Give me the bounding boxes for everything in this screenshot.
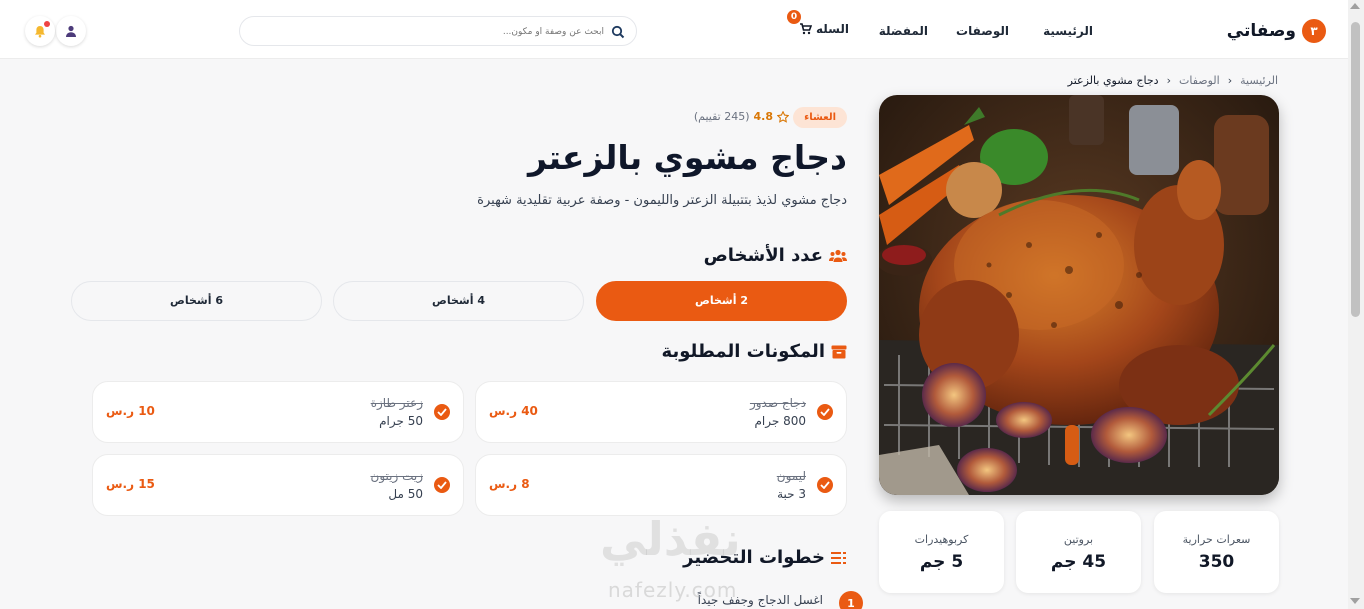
ingredient-name: زيت زيتون xyxy=(370,469,424,483)
nutrition-value: 5 جم xyxy=(919,552,964,572)
nav-recipes[interactable]: الوصفات xyxy=(956,24,1009,38)
user-button[interactable] xyxy=(56,16,86,46)
ingredient-price: 40 ر.س xyxy=(489,404,538,418)
category-badge[interactable]: العشاء xyxy=(793,107,847,128)
check-icon[interactable] xyxy=(434,477,450,493)
ingredient-name: زعتر طازة xyxy=(370,396,423,410)
nutrition-card-carbs: كربوهيدرات 5 جم xyxy=(879,511,1004,593)
cart-count-badge: 0 xyxy=(787,10,801,24)
step-number: 1 xyxy=(839,591,863,609)
nutrition-label: كربوهيدرات xyxy=(914,533,969,546)
recipe-description: دجاج مشوي لذيذ بتتبيلة الزعتر والليمون -… xyxy=(477,193,847,208)
nav-cart[interactable]: السله xyxy=(799,22,849,36)
rating: 4.8 (245 تقييم) xyxy=(694,110,789,123)
brand-logo[interactable]: ٣ وصفاتي xyxy=(1227,18,1326,44)
ingredients-title-text: المكونات المطلوبة xyxy=(661,341,825,362)
breadcrumb-home[interactable]: الرئيسية xyxy=(1240,74,1278,87)
ingredient-price: 15 ر.س xyxy=(106,477,155,491)
recipe-image xyxy=(879,95,1279,495)
check-icon[interactable] xyxy=(434,404,450,420)
top-navbar: ٣ وصفاتي الرئيسية الوصفات المفضلة السله … xyxy=(0,0,1348,59)
ingredient-quantity: 3 حبة xyxy=(777,487,806,501)
ingredient-name: دجاج صدور xyxy=(749,396,806,410)
servings-option-6[interactable]: 6 أشخاص xyxy=(71,281,322,321)
users-icon xyxy=(829,249,847,262)
notification-dot xyxy=(44,21,50,27)
roast-chicken-image xyxy=(879,95,1279,495)
nutrition-value: 45 جم xyxy=(1050,552,1107,572)
box-icon xyxy=(831,345,847,358)
rating-count: (245 تقييم) xyxy=(693,110,750,123)
nutrition-card-protein: بروتين 45 جم xyxy=(1016,511,1141,593)
servings-option-2[interactable]: 2 أشخاص xyxy=(596,281,847,321)
brand-name: وصفاتي xyxy=(1226,21,1296,41)
chevron-left-icon: ‹ xyxy=(1227,74,1233,87)
ingredient-card[interactable]: دجاج صدور 800 جرام 40 ر.س xyxy=(475,381,847,443)
check-icon[interactable] xyxy=(817,477,833,493)
list-icon xyxy=(831,551,846,564)
ingredient-card[interactable]: زيت زيتون 50 مل 15 ر.س xyxy=(92,454,464,516)
scroll-up-arrow-icon[interactable] xyxy=(1350,3,1360,9)
search-icon[interactable] xyxy=(611,25,625,39)
nav-home[interactable]: الرئيسية xyxy=(1043,24,1093,38)
ingredient-card[interactable]: ليمون 3 حبة 8 ر.س xyxy=(475,454,847,516)
cart-label: السله xyxy=(815,22,849,36)
search-bar xyxy=(239,16,637,46)
search-input[interactable] xyxy=(284,23,604,41)
ingredient-quantity: 800 جرام xyxy=(754,414,806,428)
nutrition-card-calories: سعرات حرارية 350 xyxy=(1154,511,1279,593)
chevron-left-icon: ‹ xyxy=(1166,74,1171,87)
nutrition-value: 350 xyxy=(1198,552,1235,572)
nutrition-label: سعرات حرارية xyxy=(1182,533,1251,546)
ingredient-card[interactable]: زعتر طازة 50 جرام 10 ر.س xyxy=(92,381,464,443)
breadcrumb-current: دجاج مشوي بالزعتر xyxy=(1067,74,1159,87)
rating-value: 4.8 xyxy=(753,110,774,123)
ingredient-price: 8 ر.س xyxy=(489,477,530,491)
bell-icon xyxy=(35,25,45,37)
servings-title-text: عدد الأشخاص xyxy=(703,245,823,266)
page-title: دجاج مشوي بالزعتر xyxy=(527,138,847,177)
ingredients-title: المكونات المطلوبة xyxy=(662,341,847,362)
user-icon xyxy=(66,25,76,37)
ingredient-price: 10 ر.س xyxy=(106,404,155,418)
star-icon xyxy=(777,110,789,123)
scrollbar-thumb[interactable] xyxy=(1351,22,1360,317)
ingredient-name: ليمون xyxy=(776,469,806,483)
nav-favorites[interactable]: المفضلة xyxy=(879,24,928,38)
steps-title-text: خطوات التحضير xyxy=(683,547,825,568)
breadcrumb-recipes[interactable]: الوصفات xyxy=(1179,74,1220,87)
step-text: اغسل الدجاج وجفف جيداً xyxy=(697,593,823,607)
logo-icon: ٣ xyxy=(1302,19,1326,43)
ingredient-quantity: 50 جرام xyxy=(379,414,423,428)
check-icon[interactable] xyxy=(817,404,833,420)
cart-icon xyxy=(799,23,812,35)
steps-title: خطوات التحضير xyxy=(683,547,847,568)
breadcrumb: الرئيسية ‹ الوصفات ‹ دجاج مشوي بالزعتر xyxy=(1068,74,1278,87)
nutrition-label: بروتين xyxy=(1063,533,1094,546)
scroll-down-arrow-icon[interactable] xyxy=(1350,598,1360,604)
notifications-button[interactable] xyxy=(25,16,55,46)
servings-title: عدد الأشخاص xyxy=(704,245,847,266)
ingredient-quantity: 50 مل xyxy=(388,487,423,501)
servings-option-4[interactable]: 4 أشخاص xyxy=(333,281,584,321)
